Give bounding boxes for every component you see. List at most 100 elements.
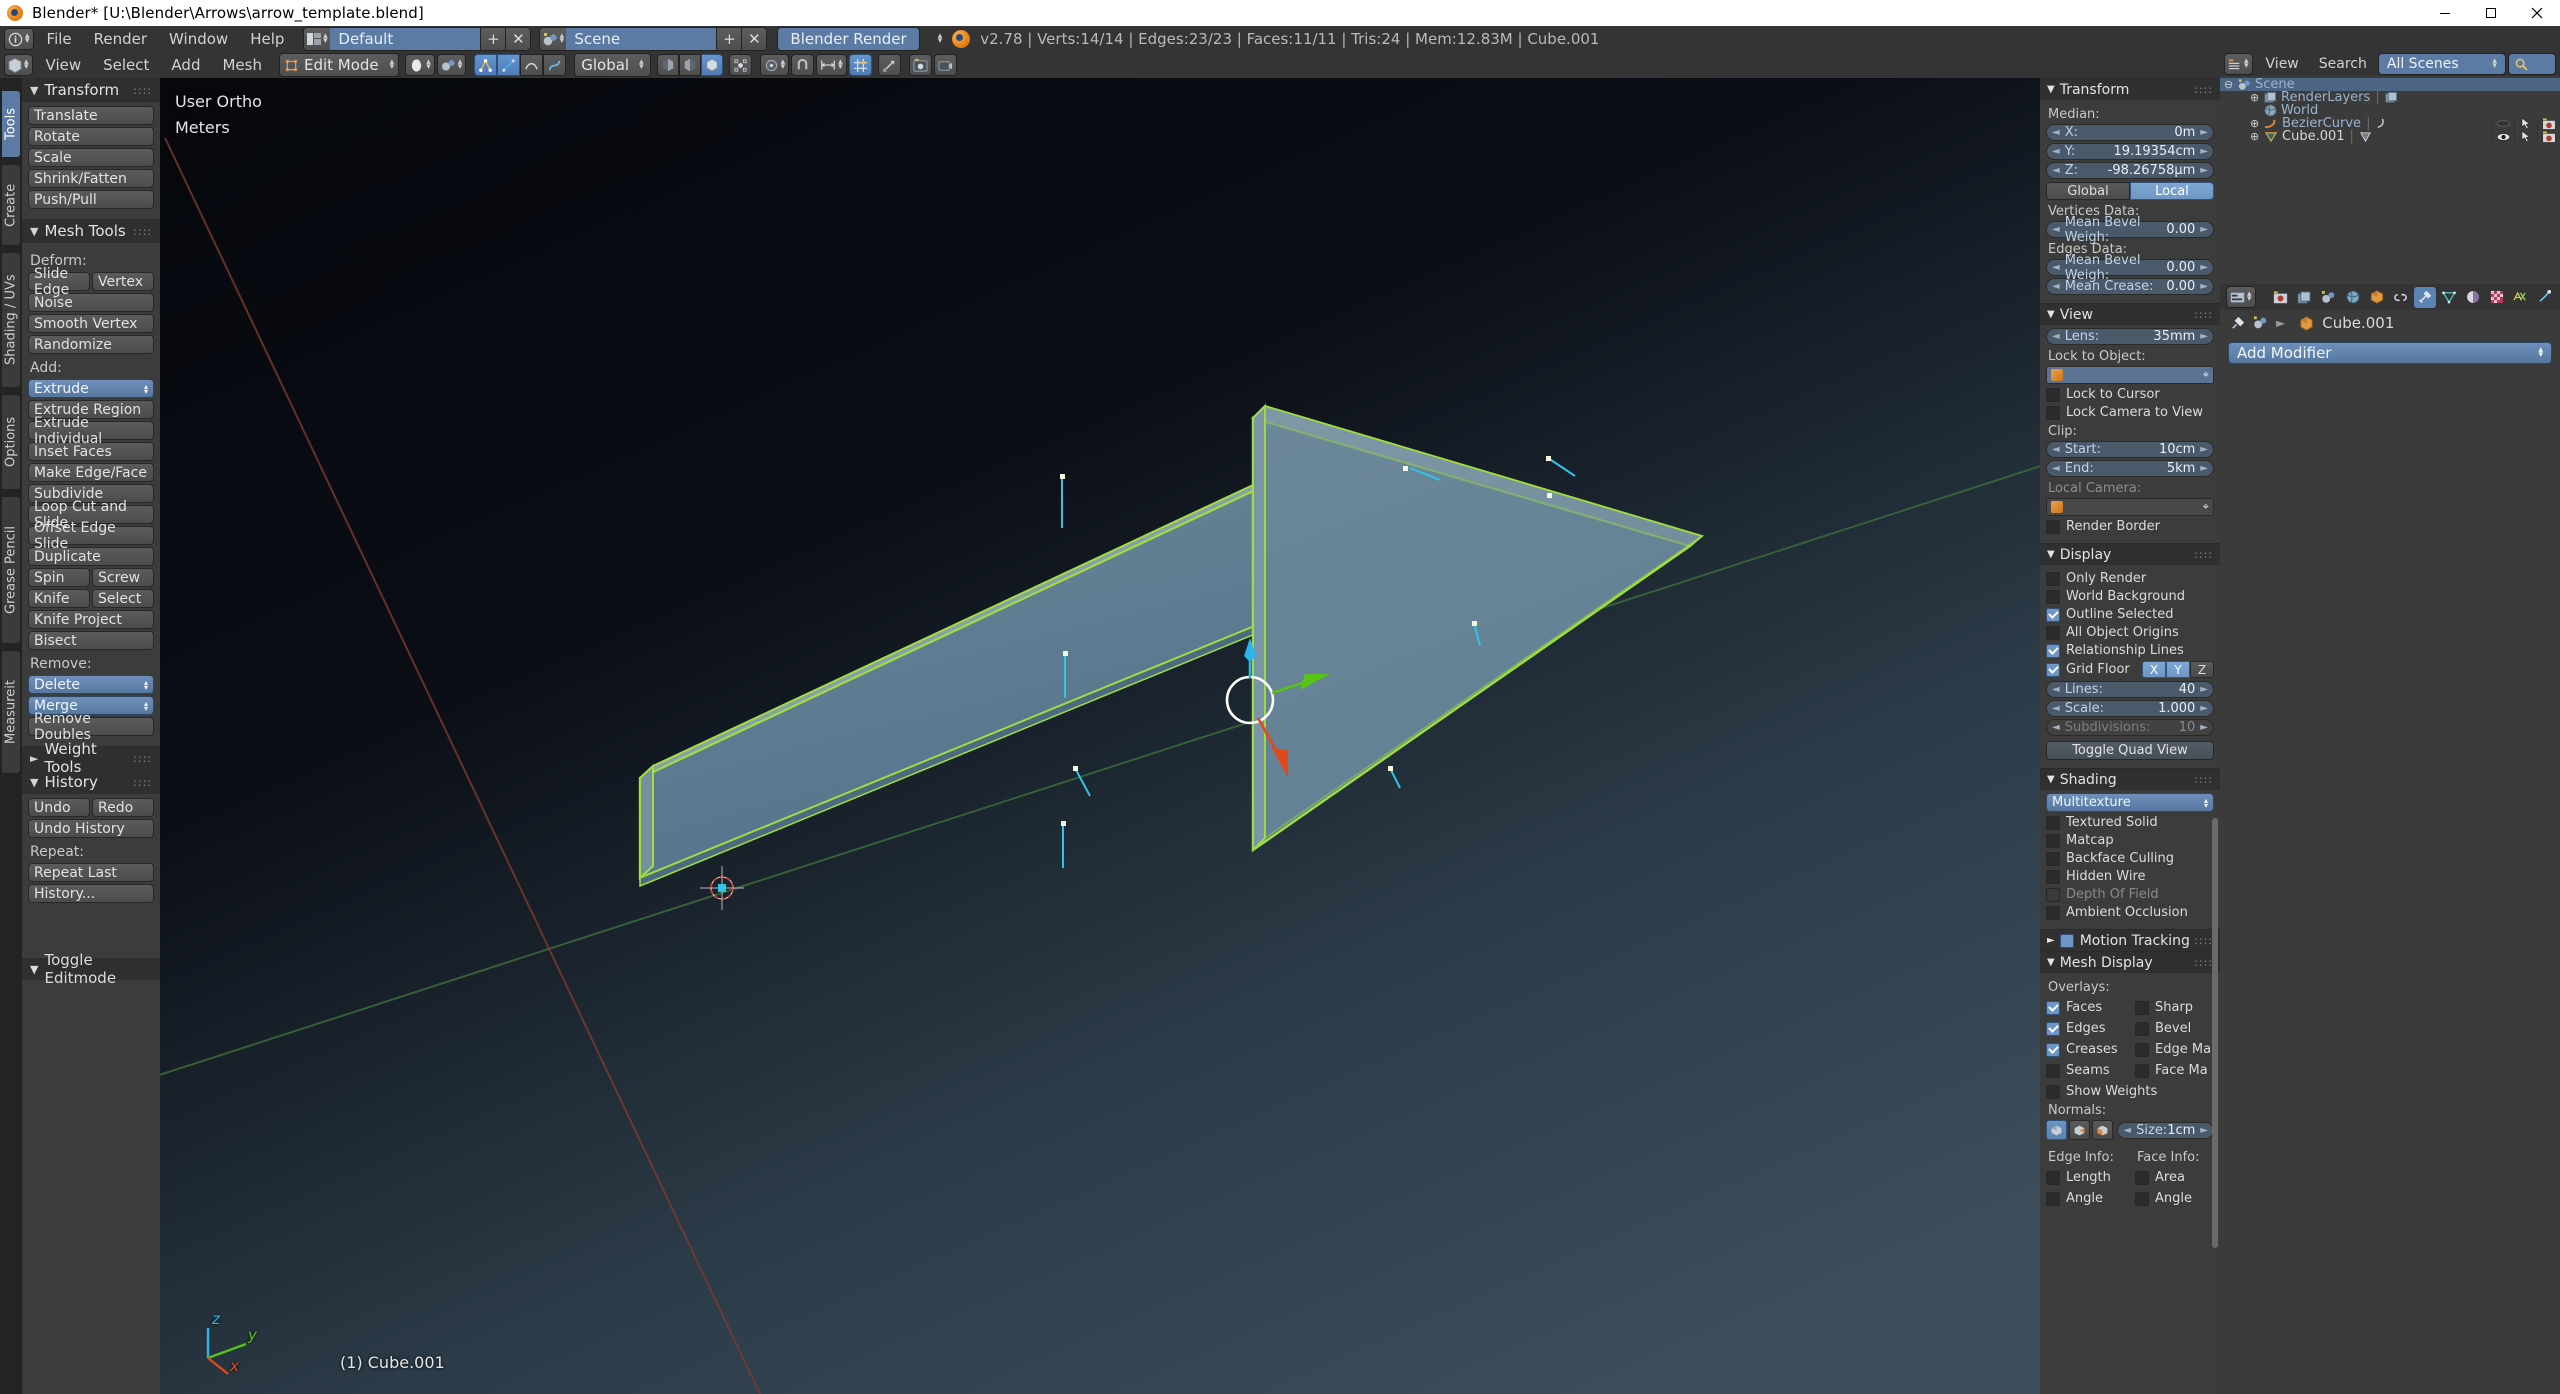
render-animation-button[interactable]: [933, 54, 957, 76]
render-engine-selector[interactable]: Blender Render: [777, 27, 920, 51]
snap-magnet-button[interactable]: [791, 54, 815, 76]
decrement-arrow[interactable]: ◄: [2052, 281, 2060, 292]
tool-slide-vertex[interactable]: Vertex: [92, 272, 154, 291]
viewport-shading-selector[interactable]: ▴ ▾: [405, 54, 435, 76]
viewport-editor-type-icon[interactable]: ▴ ▾: [4, 54, 33, 76]
decrement-arrow[interactable]: ◄: [2052, 684, 2060, 695]
toggle-quad-view-button[interactable]: Toggle Quad View: [2046, 741, 2214, 760]
expander-icon[interactable]: ⊕: [2250, 117, 2264, 130]
normals-size-field[interactable]: ◄ Size: 1cm ►: [2117, 1121, 2214, 1139]
tool-shrink-fatten[interactable]: Shrink/Fatten: [28, 169, 154, 188]
np-header-shading[interactable]: ▼ Shading ::::: [2040, 768, 2220, 790]
backface-culling-checkbox[interactable]: Backface Culling: [2046, 851, 2214, 866]
outliner-row-renderlayers[interactable]: ⊕ RenderLayers |: [2220, 90, 2560, 105]
increment-arrow[interactable]: ►: [2200, 127, 2208, 138]
restrict-render-toggle[interactable]: [2537, 130, 2560, 143]
decrement-arrow[interactable]: ◄: [2052, 146, 2060, 157]
outliner-search-input[interactable]: [2507, 53, 2556, 75]
3d-viewport[interactable]: User Ortho Meters z y x (1) Cube.001: [0, 78, 2220, 1394]
tool-smooth-vertex[interactable]: Smooth Vertex: [28, 314, 154, 333]
menu-extrude[interactable]: Extrude ▴ ▾: [28, 379, 154, 398]
add-modifier-dropdown[interactable]: Add Modifier ▴ ▾: [2228, 342, 2552, 364]
eyedropper-icon[interactable]: ⌖: [2203, 368, 2209, 382]
tool-screw[interactable]: Screw: [92, 568, 154, 587]
overlay-faces-checkbox[interactable]: Faces: [2046, 1000, 2125, 1015]
restrict-view-toggle[interactable]: [2491, 117, 2514, 130]
tool-push-pull[interactable]: Push/Pull: [28, 190, 154, 209]
scene-layers-selector[interactable]: ▴ ▾: [436, 54, 467, 76]
outliner-menu-search[interactable]: Search: [2310, 53, 2376, 75]
tool-translate[interactable]: Translate: [28, 106, 154, 125]
tool-knife-project[interactable]: Knife Project: [28, 610, 154, 629]
tab-render-layers-icon[interactable]: [2294, 287, 2316, 308]
tool-rotate[interactable]: Rotate: [28, 127, 154, 146]
increment-arrow[interactable]: ►: [2200, 224, 2208, 235]
local-camera-field[interactable]: ⌖: [2046, 498, 2214, 516]
space-local-button[interactable]: Local: [2130, 182, 2214, 200]
np-header-display[interactable]: ▼ Display ::::: [2040, 543, 2220, 565]
decrement-arrow[interactable]: ◄: [2052, 165, 2060, 176]
delete-scene-button[interactable]: ✕: [741, 28, 767, 50]
outliner-editor-type-icon[interactable]: ▴ ▾: [2224, 53, 2253, 75]
increment-arrow[interactable]: ►: [2200, 331, 2208, 342]
proportional-edit-falloff-button[interactable]: [728, 54, 752, 76]
eyedropper-icon[interactable]: ⌖: [2203, 500, 2209, 514]
restrict-render-toggle[interactable]: [2537, 117, 2560, 130]
tool-undo[interactable]: Undo: [28, 798, 90, 817]
viewport-menu-view[interactable]: View: [35, 54, 93, 76]
outliner-display-mode[interactable]: All Scenes ▴ ▾: [2377, 53, 2506, 75]
tab-measureit[interactable]: Measureit: [1, 650, 21, 774]
menu-window[interactable]: Window: [158, 28, 239, 50]
tool-randomize[interactable]: Randomize: [28, 335, 154, 354]
viewport-menu-mesh[interactable]: Mesh: [211, 54, 273, 76]
face-select-mode-button[interactable]: [520, 54, 544, 76]
tab-material-icon[interactable]: [2462, 287, 2484, 308]
tool-scale[interactable]: Scale: [28, 148, 154, 167]
overlay-seams-checkbox[interactable]: Seams: [2046, 1063, 2125, 1078]
split-normals-button[interactable]: [2069, 1120, 2091, 1140]
tab-world-icon[interactable]: [2342, 287, 2364, 308]
tab-create[interactable]: Create: [1, 164, 21, 246]
decrement-arrow[interactable]: ◄: [2052, 463, 2060, 474]
panel-header-transform[interactable]: ▼ Transform ::::: [22, 78, 160, 102]
tab-constraints-icon[interactable]: [2390, 287, 2412, 308]
clip-start-field[interactable]: ◄ Start: 10cm ►: [2046, 441, 2214, 458]
screen-layout-name[interactable]: Default: [330, 28, 481, 50]
np-header-mesh-display[interactable]: ▼ Mesh Display ::::: [2040, 951, 2220, 973]
delete-screen-layout-button[interactable]: ✕: [505, 28, 531, 50]
grid-axis-x-button[interactable]: X: [2142, 661, 2166, 678]
close-button[interactable]: [2514, 0, 2560, 26]
median-y-field[interactable]: ◄ Y: 19.19354cm ►: [2046, 143, 2214, 160]
snap-element-selector[interactable]: ▴ ▾: [816, 54, 847, 76]
xray-toggle-button[interactable]: [700, 54, 723, 76]
properties-editor-type-icon[interactable]: ▴ ▾: [2226, 286, 2256, 308]
tab-render-icon[interactable]: [2270, 287, 2292, 308]
tab-grease-pencil[interactable]: Grease Pencil: [1, 496, 21, 644]
overlay-bevel-checkbox[interactable]: Bevel: [2135, 1021, 2214, 1036]
tool-repeat-last[interactable]: Repeat Last: [28, 863, 154, 882]
restrict-select-toggle[interactable]: [2514, 130, 2537, 143]
tab-object-icon[interactable]: [2366, 287, 2388, 308]
tab-tools[interactable]: Tools: [1, 90, 21, 158]
hidden-wire-checkbox[interactable]: Hidden Wire: [2046, 869, 2214, 884]
increment-arrow[interactable]: ►: [2200, 165, 2208, 176]
increment-arrow[interactable]: ►: [2200, 703, 2208, 714]
increment-arrow[interactable]: ►: [2200, 262, 2208, 273]
tab-options[interactable]: Options: [1, 394, 21, 490]
grid-axis-z-button[interactable]: Z: [2190, 661, 2214, 678]
face-angle-checkbox[interactable]: Angle: [2135, 1191, 2214, 1206]
motion-tracking-checkbox[interactable]: [2059, 933, 2074, 948]
tool-slide-edge[interactable]: Slide Edge: [28, 266, 90, 298]
viewport-menu-add[interactable]: Add: [160, 54, 211, 76]
shading-method-dropdown[interactable]: Multitexture ▴ ▾: [2046, 793, 2214, 812]
tool-noise[interactable]: Noise: [28, 293, 154, 312]
tab-particles-icon[interactable]: [2534, 287, 2556, 308]
vertex-normals-button[interactable]: [2046, 1120, 2068, 1140]
expander-icon[interactable]: ⊕: [2250, 91, 2264, 104]
tab-data-icon[interactable]: [2438, 287, 2460, 308]
increment-arrow[interactable]: ►: [2200, 281, 2208, 292]
clip-end-field[interactable]: ◄ End: 5km ►: [2046, 460, 2214, 477]
tab-physics-icon[interactable]: [2510, 287, 2532, 308]
editor-type-icon[interactable]: ▴ ▾: [4, 28, 34, 50]
outliner-menu-view[interactable]: View: [2257, 53, 2308, 75]
